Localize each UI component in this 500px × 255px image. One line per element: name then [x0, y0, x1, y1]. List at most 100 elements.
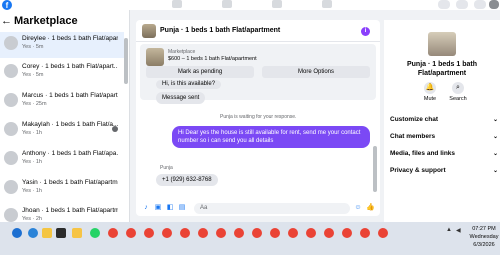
photo-icon[interactable]: ▣ — [154, 204, 162, 212]
volume-icon[interactable]: ◀ — [456, 227, 461, 234]
marketplace-label: Marketplace — [168, 49, 196, 55]
microphone-icon[interactable]: ♪ — [142, 204, 150, 212]
folder-icon[interactable] — [72, 228, 82, 238]
chrome-icon[interactable] — [162, 228, 172, 238]
customize-chat-row[interactable]: Customize chat ⌄ — [390, 116, 498, 128]
conversation-item[interactable]: Direylee · 1 beds 1 bath Flat/apartm... … — [0, 32, 124, 58]
row-label: Media, files and links — [390, 150, 456, 157]
facebook-logo[interactable]: f — [2, 0, 12, 10]
terminal-icon[interactable] — [56, 228, 66, 238]
listing-price[interactable]: $600 – 1 beds 1 bath Flat/apartment — [168, 56, 257, 62]
privacy-support-row[interactable]: Privacy & support ⌄ — [390, 167, 498, 179]
conversation-name: Direylee · 1 beds 1 bath Flat/apartm... — [22, 35, 118, 42]
message-composer: ♪ ▣ ◧ ▤ Aa ☺ 👍 — [136, 202, 380, 216]
outgoing-message: Hi Dear yes the house is still available… — [172, 126, 370, 148]
search-icon: ⌕ — [452, 82, 464, 94]
avatar — [4, 151, 18, 165]
incoming-message: +1 (929) 632-8768 — [156, 174, 218, 186]
gif-icon[interactable]: ▤ — [178, 204, 186, 212]
chevron-down-icon: ⌄ — [492, 134, 498, 140]
chat-members-row[interactable]: Chat members ⌄ — [390, 133, 498, 145]
taskbar: ▲ ◀ 07:27 PM Wednesday 6/3/2026 — [0, 222, 500, 255]
clock-date: 6/3/2026 — [473, 242, 495, 248]
clock[interactable]: 07:27 PM Wednesday 6/3/2026 — [468, 225, 500, 249]
account-avatar[interactable] — [489, 0, 499, 9]
mute-button[interactable]: 🔔 Mute — [418, 82, 442, 102]
sidebar-title: Marketplace — [14, 15, 78, 27]
incoming-message: Hi, is this available? — [156, 80, 222, 89]
conversation-name: Anthony · 1 beds 1 bath Flat/apa... — [22, 150, 118, 157]
chat-title[interactable]: Punja · 1 beds 1 bath Flat/apartment — [160, 27, 280, 34]
chrome-icon[interactable] — [144, 228, 154, 238]
chrome-icon[interactable] — [252, 228, 262, 238]
chevron-down-icon: ⌄ — [492, 168, 498, 174]
search-button[interactable]: ⌕ Search — [446, 82, 470, 102]
back-arrow-icon[interactable]: ← — [1, 15, 12, 27]
chrome-icon[interactable] — [270, 228, 280, 238]
listing-image[interactable] — [146, 48, 164, 66]
menu-icon[interactable] — [438, 0, 450, 9]
whatsapp-icon[interactable] — [90, 228, 100, 238]
chevron-down-icon: ⌄ — [492, 151, 498, 157]
chrome-icon[interactable] — [306, 228, 316, 238]
conversation-item[interactable]: Anthony · 1 beds 1 bath Flat/apa... Yes … — [0, 147, 124, 173]
conversation-name: Corey · 1 beds 1 bath Flat/apart... — [22, 63, 118, 70]
conversation-name: Marcus · 1 beds 1 bath Flat/apart... — [22, 92, 118, 99]
more-options-button[interactable]: More Options — [262, 66, 370, 78]
sender-name: Punja — [160, 165, 173, 171]
avatar — [4, 64, 18, 78]
emoji-icon[interactable]: ☺ — [354, 204, 362, 212]
messenger-icon[interactable] — [456, 0, 468, 9]
conversation-options-icon[interactable] — [112, 126, 118, 132]
message-input[interactable]: Aa — [194, 203, 350, 214]
chrome-icon[interactable] — [198, 228, 208, 238]
chrome-icon[interactable] — [234, 228, 244, 238]
clock-time: 07:27 PM — [472, 226, 496, 232]
chrome-icon[interactable] — [342, 228, 352, 238]
info-icon[interactable]: i — [361, 27, 370, 36]
marketplace-icon[interactable] — [272, 0, 282, 8]
sidebar-scrollbar[interactable] — [124, 38, 128, 84]
search-label: Search — [449, 96, 467, 102]
chrome-icon[interactable] — [108, 228, 118, 238]
start-icon[interactable] — [12, 228, 22, 238]
mark-as-pending-button[interactable]: Mark as pending — [146, 66, 254, 78]
video-icon[interactable] — [222, 0, 232, 8]
conversation-sidebar: ← Marketplace Direylee · 1 beds 1 bath F… — [0, 10, 130, 222]
chat-header: Punja · 1 beds 1 bath Flat/apartment i — [136, 20, 380, 42]
chrome-icon[interactable] — [324, 228, 334, 238]
like-icon[interactable]: 👍 — [366, 204, 375, 212]
chrome-icon[interactable] — [288, 228, 298, 238]
listing-thumbnail[interactable] — [142, 24, 156, 38]
media-files-links-row[interactable]: Media, files and links ⌄ — [390, 150, 498, 162]
conversation-item[interactable]: Corey · 1 beds 1 bath Flat/apart... Yes … — [0, 60, 124, 86]
chrome-icon[interactable] — [126, 228, 136, 238]
bell-icon: 🔔 — [424, 82, 436, 94]
notifications-icon[interactable] — [474, 0, 486, 9]
chat-scrollbar[interactable] — [373, 146, 377, 192]
sidebar-header: ← Marketplace — [0, 12, 130, 32]
chrome-icon[interactable] — [378, 228, 388, 238]
conversation-item[interactable]: Makaylah · 1 beds 1 bath Flat/a... Yes ·… — [0, 118, 124, 144]
network-icon[interactable]: ▲ — [446, 227, 452, 233]
listing-photo[interactable] — [428, 32, 456, 56]
edge-icon[interactable] — [28, 228, 38, 238]
file-explorer-icon[interactable] — [42, 228, 52, 238]
groups-icon[interactable] — [322, 0, 332, 8]
mute-label: Mute — [423, 96, 437, 102]
avatar — [4, 93, 18, 107]
chrome-icon[interactable] — [216, 228, 226, 238]
top-navigation-bar: f — [0, 0, 500, 10]
chat-panel: Punja · 1 beds 1 bath Flat/apartment i M… — [136, 20, 380, 216]
home-icon[interactable] — [172, 0, 182, 8]
sticker-icon[interactable]: ◧ — [166, 204, 174, 212]
conversation-item[interactable]: Yasin · 1 beds 1 bath Flat/apartm... Yes… — [0, 176, 124, 202]
conversation-item[interactable]: Marcus · 1 beds 1 bath Flat/apart... Yes… — [0, 89, 124, 115]
conversation-preview: Yes · 1h — [22, 159, 42, 165]
conversation-preview: Yes · 1h — [22, 130, 42, 136]
chrome-icon[interactable] — [360, 228, 370, 238]
conversation-preview: Yes · 25m — [22, 101, 47, 107]
incoming-message: Message sent — [156, 92, 206, 104]
avatar — [4, 208, 18, 222]
chrome-icon[interactable] — [180, 228, 190, 238]
